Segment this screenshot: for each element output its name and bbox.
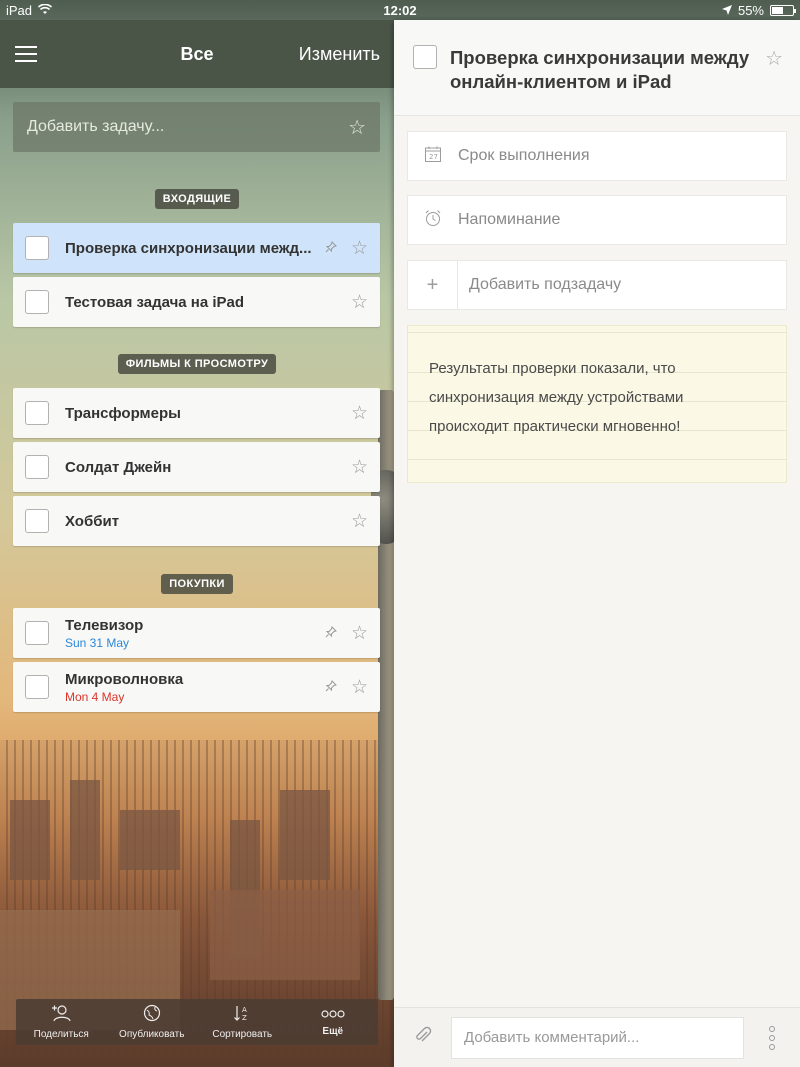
clock: 12:02: [383, 2, 417, 18]
more-button[interactable]: Ещё: [288, 999, 379, 1045]
star-icon[interactable]: ☆: [351, 402, 368, 425]
task-checkbox[interactable]: [25, 290, 49, 314]
task-name: Микроволновка: [65, 670, 184, 688]
task-checkbox[interactable]: [25, 455, 49, 479]
task-due-date: Mon 4 May: [65, 689, 125, 704]
publish-label: Опубликовать: [119, 1029, 185, 1040]
detail-task-title[interactable]: Проверка синхронизации между онлайн-клие…: [450, 46, 750, 94]
add-person-icon: [51, 1004, 71, 1026]
task-due-date: Sun 31 May: [65, 635, 130, 650]
task-checkbox[interactable]: [25, 509, 49, 533]
comment-options-icon[interactable]: [744, 1025, 800, 1050]
comment-placeholder: Добавить комментарий...: [464, 1029, 640, 1046]
alarm-clock-icon: [408, 209, 458, 232]
status-bar: iPad 12:02 55%: [0, 0, 800, 20]
battery-icon: [770, 4, 796, 16]
share-label: Поделиться: [33, 1029, 89, 1040]
plus-icon: +: [408, 261, 458, 309]
calendar-icon: 27: [408, 145, 458, 168]
bottom-toolbar: Поделиться Опубликовать AZ Сортировать Е…: [16, 999, 378, 1045]
pin-icon: [325, 679, 337, 695]
more-label: Ещё: [322, 1026, 344, 1037]
pin-icon: [325, 240, 337, 256]
detail-task-checkbox[interactable]: [413, 45, 437, 69]
task-row[interactable]: Телевизор Sun 31 May ☆: [13, 608, 380, 658]
star-icon[interactable]: ☆: [351, 676, 368, 699]
task-checkbox[interactable]: [25, 236, 49, 260]
hamburger-menu-icon[interactable]: [0, 20, 52, 88]
star-icon[interactable]: ☆: [348, 115, 366, 140]
add-task-input[interactable]: Добавить задачу... ☆: [13, 102, 380, 152]
section-movies-label: ФИЛЬМЫ К ПРОСМОТРУ: [117, 354, 277, 374]
reminder-row[interactable]: Напоминание: [407, 195, 787, 245]
sort-az-icon: AZ: [233, 1004, 251, 1026]
publish-button[interactable]: Опубликовать: [107, 999, 198, 1045]
task-name: Трансформеры: [65, 404, 181, 422]
add-subtask-row[interactable]: + Добавить подзадачу: [407, 260, 787, 310]
task-checkbox[interactable]: [25, 621, 49, 645]
comment-bar: Добавить комментарий...: [394, 1007, 800, 1067]
section-label: ПОКУПКИ: [0, 574, 394, 594]
more-dots-icon: [321, 1007, 345, 1023]
task-row[interactable]: Тестовая задача на iPad ☆: [13, 277, 380, 327]
reminder-label: Напоминание: [458, 211, 561, 228]
task-note[interactable]: Результаты проверки показали, что синхро…: [407, 325, 787, 483]
svg-text:A: A: [242, 1006, 247, 1014]
star-icon[interactable]: ☆: [765, 46, 783, 71]
calendar-day-number: 27: [429, 153, 438, 161]
task-checkbox[interactable]: [25, 675, 49, 699]
section-inbox-label: ВХОДЯЩИЕ: [154, 189, 240, 209]
star-icon[interactable]: ☆: [351, 622, 368, 645]
task-row[interactable]: Проверка синхронизации межд... ☆: [13, 223, 380, 273]
task-row[interactable]: Солдат Джейн ☆: [13, 442, 380, 492]
section-shopping-label: ПОКУПКИ: [161, 574, 233, 594]
task-name: Солдат Джейн: [65, 458, 172, 476]
star-icon[interactable]: ☆: [351, 291, 368, 314]
task-checkbox[interactable]: [25, 401, 49, 425]
star-icon[interactable]: ☆: [351, 510, 368, 533]
star-icon[interactable]: ☆: [351, 456, 368, 479]
detail-header: Проверка синхронизации между онлайн-клие…: [394, 20, 800, 116]
share-button[interactable]: Поделиться: [16, 999, 107, 1045]
task-name: Телевизор: [65, 616, 144, 634]
due-date-row[interactable]: 27 Срок выполнения: [407, 131, 787, 181]
task-name: Тестовая задача на iPad: [65, 293, 245, 311]
add-subtask-label: Добавить подзадачу: [469, 276, 622, 293]
comment-input[interactable]: Добавить комментарий...: [451, 1016, 744, 1059]
add-task-placeholder: Добавить задачу...: [27, 118, 165, 135]
star-icon[interactable]: ☆: [351, 237, 368, 260]
pin-icon: [325, 625, 337, 641]
task-name: Хоббит: [65, 512, 120, 530]
task-row[interactable]: Микроволновка Mon 4 May ☆: [13, 662, 380, 712]
section-label: ВХОДЯЩИЕ: [0, 189, 394, 209]
globe-icon: [143, 1004, 161, 1026]
task-name: Проверка синхронизации межд...: [65, 239, 312, 257]
list-header: Все Изменить: [0, 20, 394, 88]
task-row[interactable]: Трансформеры ☆: [13, 388, 380, 438]
task-detail-panel: Проверка синхронизации между онлайн-клие…: [394, 20, 800, 1067]
sort-label: Сортировать: [212, 1029, 273, 1040]
edit-button[interactable]: Изменить: [299, 44, 380, 65]
task-row[interactable]: Хоббит ☆: [13, 496, 380, 546]
sort-button[interactable]: AZ Сортировать: [197, 999, 288, 1045]
paperclip-icon[interactable]: [394, 1025, 451, 1051]
due-date-label: Срок выполнения: [458, 147, 590, 164]
section-label: ФИЛЬМЫ К ПРОСМОТРУ: [0, 354, 394, 374]
svg-text:Z: Z: [242, 1014, 247, 1022]
